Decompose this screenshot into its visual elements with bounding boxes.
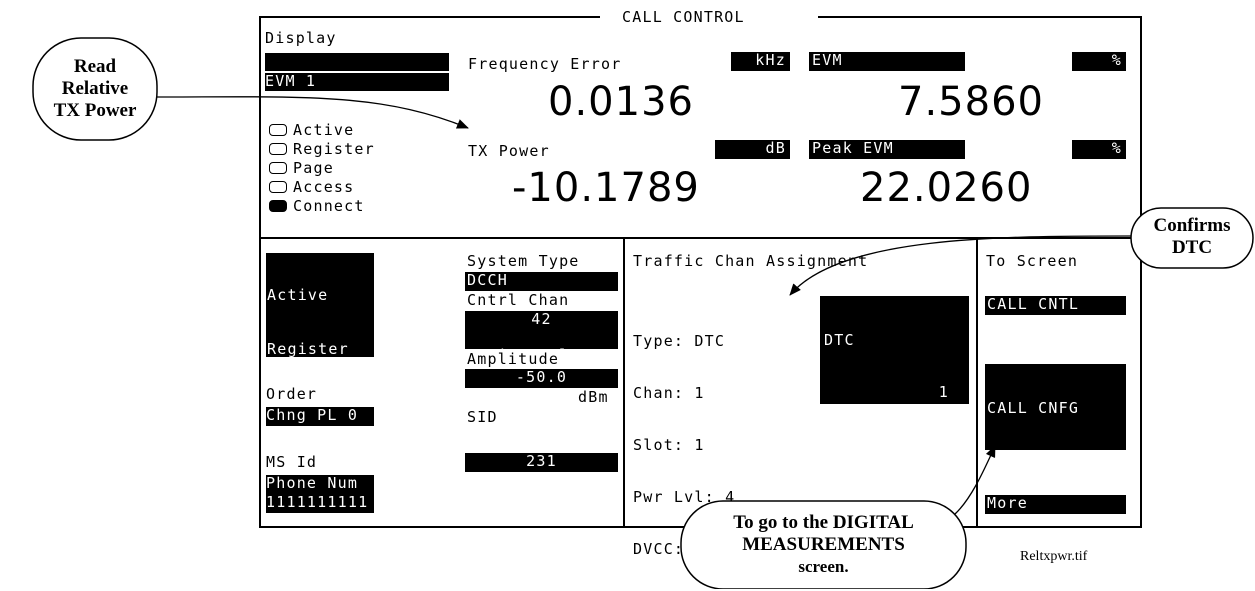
- to-screen-title: To Screen: [986, 252, 1079, 270]
- confirms-dtc-line2: DTC: [1171, 237, 1213, 258]
- relative-tx-line1: Read: [73, 56, 117, 77]
- ms-id-label: MS Id: [266, 453, 318, 471]
- evm-label[interactable]: EVM: [809, 52, 965, 71]
- section-divider: [259, 237, 1142, 239]
- action-list[interactable]: Active Register Page Handoff Release: [266, 253, 374, 520]
- filename-caption: Reltxpwr.tif: [1020, 549, 1088, 564]
- status-access-label: Access: [293, 178, 355, 196]
- traffic-type-label: Type: DTC: [633, 332, 726, 350]
- traffic-type-value[interactable]: DTC: [824, 332, 949, 350]
- dig-analog-field[interactable]: Dig/Analog: [465, 330, 618, 364]
- confirms-dtc-line1: Confirms: [1153, 215, 1231, 236]
- relative-tx-line2: Relative: [61, 78, 129, 99]
- peak-evm-value: 22.0260: [860, 165, 1033, 211]
- to-screen-call-cnfg[interactable]: CALL CNFG: [987, 400, 1126, 418]
- freq-error-value: 0.0136: [548, 79, 694, 125]
- status-page-label: Page: [293, 159, 334, 177]
- tx-power-value: -10.1789: [512, 165, 700, 211]
- display-mode-field[interactable]: Data/Meas: [265, 53, 449, 87]
- led-access-icon: [269, 181, 287, 193]
- system-type-field[interactable]: DCCH: [465, 272, 618, 291]
- digital-meas-line3: screen.: [798, 557, 849, 576]
- traffic-chan-value[interactable]: 1: [824, 384, 949, 402]
- peak-evm-label[interactable]: Peak EVM: [809, 140, 965, 159]
- order-label: Order: [266, 385, 318, 403]
- tx-power-unit[interactable]: dB: [715, 140, 790, 159]
- led-connect-icon: [269, 200, 287, 212]
- order-field[interactable]: Chng PL 0: [266, 407, 374, 426]
- to-screen-anlg-meas[interactable]: ANLG MEAS: [987, 452, 1126, 470]
- to-screen-list[interactable]: CALL CNFG ANLG MEAS SPEC ANL DIG MEAS: [985, 364, 1126, 573]
- sid-field[interactable]: 231: [465, 453, 618, 472]
- traffic-values[interactable]: DTC 1 1 4 1: [820, 296, 969, 557]
- traffic-chan-label: Chan: 1: [633, 384, 705, 402]
- more-button[interactable]: More: [985, 495, 1126, 514]
- peak-evm-unit[interactable]: %: [1072, 140, 1126, 159]
- status-connect-label: Connect: [293, 197, 365, 215]
- amplitude-field[interactable]: -50.0: [465, 369, 618, 388]
- digital-meas-line2: MEASUREMENTS: [742, 534, 905, 555]
- digital-meas-line1: To go to the DIGITAL: [733, 512, 914, 533]
- traffic-slot-label: Slot: 1: [633, 436, 705, 454]
- system-type-label: System Type: [467, 252, 580, 270]
- amplitude-label: Amplitude: [467, 350, 560, 368]
- relative-tx-line3: TX Power: [53, 100, 137, 121]
- status-register-label: Register: [293, 140, 375, 158]
- traffic-pwr-label: Pwr Lvl: 4: [633, 488, 736, 506]
- traffic-slot-value[interactable]: 1: [824, 436, 949, 454]
- digital-meas-text: To go to the DIGITAL MEASUREMENTS screen…: [681, 512, 966, 578]
- action-active[interactable]: Active: [267, 287, 374, 307]
- freq-error-label: Frequency Error: [468, 55, 622, 73]
- to-screen-call-cntl[interactable]: CALL CNTL: [985, 296, 1126, 315]
- traffic-pwr-value[interactable]: 4: [824, 488, 949, 506]
- action-register[interactable]: Register: [267, 341, 374, 361]
- status-active-label: Active: [293, 121, 355, 139]
- display-label: Display: [265, 29, 337, 47]
- ms-id-mode-field[interactable]: Phone Num: [266, 475, 374, 494]
- amplitude-unit: dBm: [578, 388, 609, 406]
- traffic-title: Traffic Chan Assignment: [633, 252, 869, 270]
- evm-value: 7.5860: [898, 79, 1044, 125]
- confirms-dtc-text: Confirms DTC: [1131, 215, 1253, 259]
- lower-divider-2: [976, 237, 978, 528]
- lower-divider-1: [623, 237, 625, 528]
- cntrl-chan-field[interactable]: 42: [465, 311, 618, 330]
- cntrl-chan-label: Cntrl Chan: [467, 291, 570, 309]
- freq-error-unit[interactable]: kHz: [731, 52, 790, 71]
- screen-title: CALL CONTROL: [622, 8, 745, 26]
- led-page-icon: [269, 162, 287, 174]
- sid-label: SID: [467, 408, 498, 426]
- relative-tx-text: Read Relative TX Power: [33, 56, 157, 122]
- meas-selection-field[interactable]: EVM 1: [265, 73, 449, 91]
- tx-power-label: TX Power: [468, 142, 550, 160]
- ms-id-value-field[interactable]: 1111111111: [266, 494, 374, 513]
- led-register-icon: [269, 143, 287, 155]
- led-active-icon: [269, 124, 287, 136]
- evm-unit[interactable]: %: [1072, 52, 1126, 71]
